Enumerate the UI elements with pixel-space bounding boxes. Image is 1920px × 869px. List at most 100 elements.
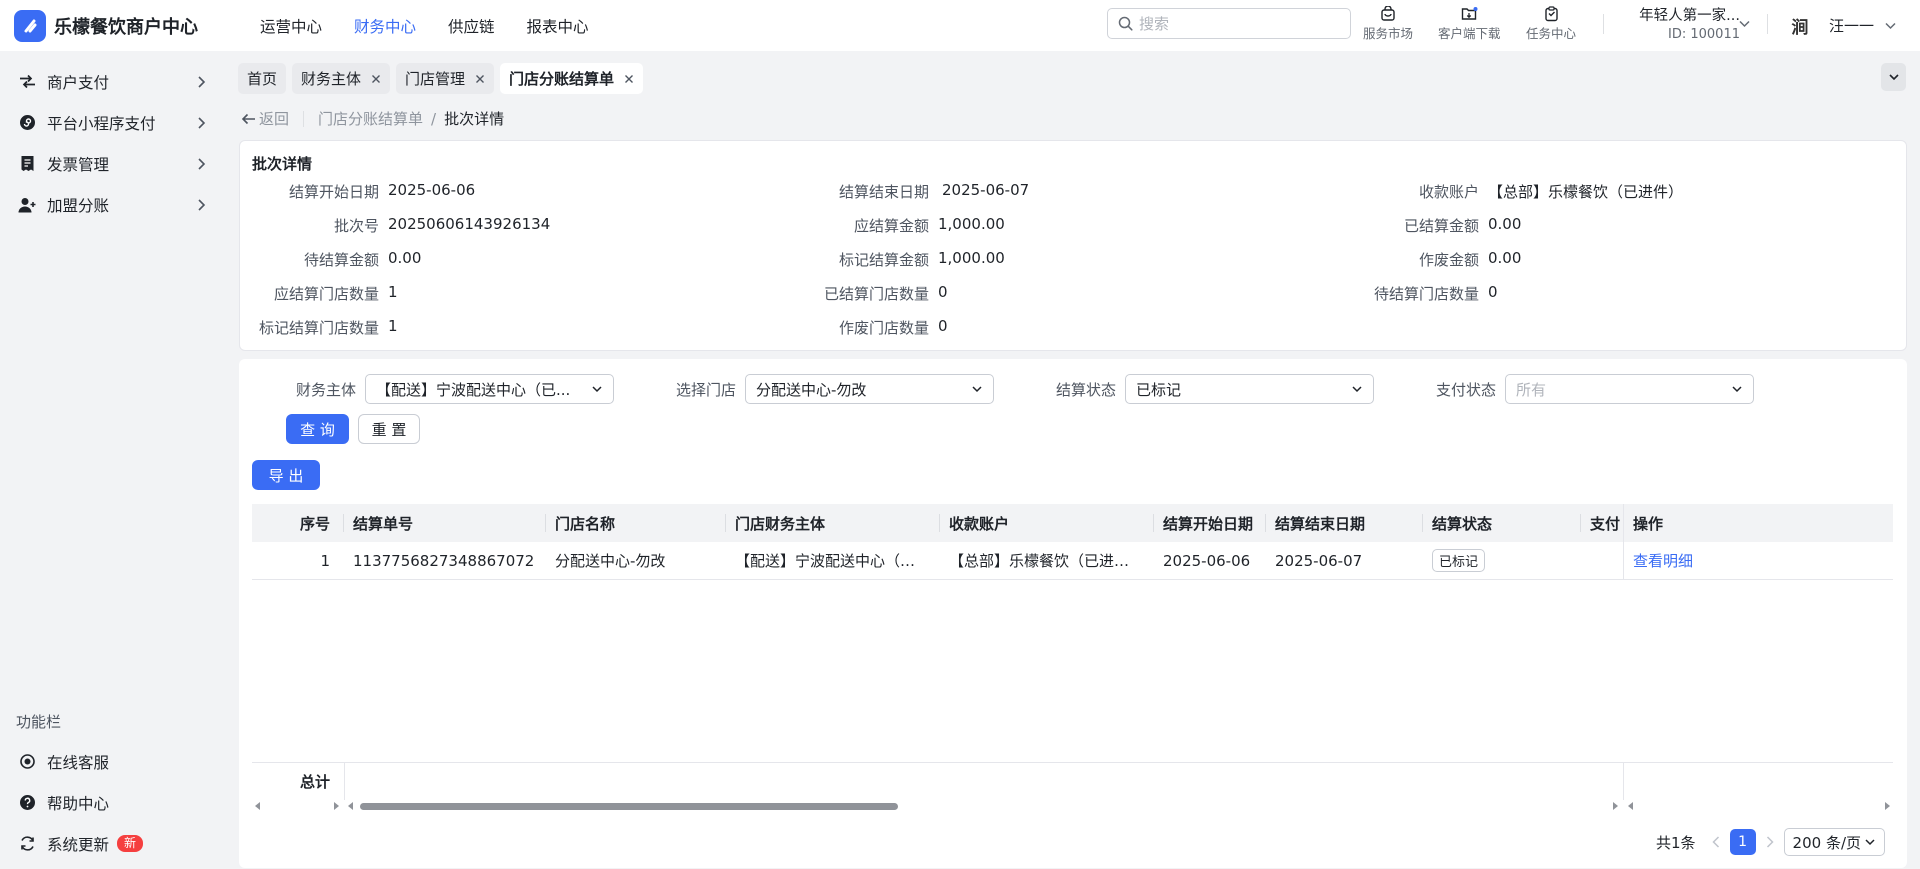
nav-operations[interactable]: 运营中心 — [260, 15, 322, 37]
sidebar-item-label: 发票管理 — [47, 155, 110, 174]
finance-entity-select[interactable]: 【配送】宁波配送中心（已... — [365, 374, 614, 404]
tab-home[interactable]: 首页 — [238, 63, 287, 94]
sidebar-item-help-center[interactable]: 帮助中心 — [0, 782, 224, 823]
help-icon — [18, 794, 36, 812]
cell-order-no: 1137756827348867072 — [353, 551, 535, 570]
pagination: 共1条 1 200 条/页 — [1656, 828, 1885, 856]
tabs-more-button[interactable] — [1881, 63, 1906, 91]
tab-store-management[interactable]: 门店管理 — [396, 63, 495, 94]
scrollbar-thumb[interactable] — [360, 803, 898, 810]
detail-field: 作废金额 0.00 — [1340, 249, 1521, 270]
account-name: 年轻人第一家... — [1639, 8, 1740, 24]
sidebar-item-invoice[interactable]: 发票管理 — [0, 143, 224, 184]
filter-settlement-status: 结算状态 已标记 — [999, 374, 1374, 404]
column-title: 操作 — [1633, 514, 1664, 533]
sidebar: 商户支付 平台小程序支付 发票管理 加盟分账 功能栏 在线客服 帮助中心 系统更… — [0, 51, 224, 869]
breadcrumb-current: 批次详情 — [444, 110, 505, 128]
detail-field: 结算开始日期 2025-06-06 — [240, 181, 475, 202]
table-row[interactable]: 1 1137756827348867072 分配送中心-勿改 【配送】宁波配送中… — [252, 542, 1893, 580]
search-input[interactable] — [1139, 14, 1339, 33]
tab-finance-entity[interactable]: 财务主体 — [292, 63, 391, 94]
detail-field: 待结算门店数量 0 — [1340, 283, 1498, 304]
sidebar-item-mini-program-pay[interactable]: 平台小程序支付 — [0, 102, 224, 143]
tool-label: 服务市场 — [1363, 26, 1414, 41]
detail-field: 应结算金额 1,000.00 — [790, 215, 1005, 236]
section-title: 批次详情 — [252, 155, 313, 173]
page-size-select[interactable]: 200 条/页 — [1783, 828, 1885, 856]
tab-label: 门店管理 — [405, 70, 466, 88]
prev-page-button[interactable] — [1711, 836, 1720, 848]
sidebar-item-label: 商户支付 — [47, 73, 110, 92]
caret-right-icon[interactable] — [1884, 802, 1890, 810]
chevron-down-icon[interactable] — [1738, 17, 1751, 30]
search-icon — [1118, 16, 1133, 31]
detail-field: 应结算门店数量 1 — [240, 283, 398, 304]
field-value: 0.00 — [388, 249, 422, 267]
top-bar: 乐檬餐饮商户中心 运营中心 财务中心 供应链 报表中心 服务市场 客户端下载 任… — [0, 0, 1920, 51]
chevron-right-icon — [197, 198, 206, 212]
field-label: 结算结束日期 — [838, 183, 929, 201]
settlement-status-select[interactable]: 已标记 — [1125, 374, 1374, 404]
nav-finance[interactable]: 财务中心 — [354, 15, 416, 37]
caret-right-icon[interactable] — [1612, 802, 1618, 810]
close-icon[interactable] — [475, 74, 485, 84]
view-detail-link[interactable]: 查看明细 — [1633, 550, 1693, 571]
account-id: ID: 100011 — [1668, 27, 1740, 42]
column-header-end-date: 结算结束日期 — [1266, 504, 1423, 542]
logo[interactable]: 乐檬餐饮商户中心 — [14, 9, 230, 42]
client-download-button[interactable]: 客户端下载 — [1438, 5, 1501, 42]
export-button[interactable]: 导 出 — [252, 460, 320, 490]
user-menu[interactable]: 涧 汪一一 — [1787, 12, 1897, 38]
close-icon[interactable] — [371, 74, 381, 84]
task-center-button[interactable]: 任务中心 — [1526, 5, 1576, 42]
headset-icon — [18, 753, 36, 771]
pay-status-select[interactable]: 所有 — [1505, 374, 1754, 404]
table-scrollbar — [252, 800, 1893, 812]
nav-supply-chain[interactable]: 供应链 — [448, 15, 495, 37]
field-label: 作废金额 — [1418, 251, 1479, 269]
swap-icon — [18, 73, 36, 91]
cell-store-name: 分配送中心-勿改 — [555, 552, 666, 570]
column-title: 结算开始日期 — [1163, 514, 1254, 533]
sidebar-item-online-service[interactable]: 在线客服 — [0, 741, 224, 782]
caret-left-icon[interactable] — [348, 802, 354, 810]
filter-label: 支付状态 — [1435, 380, 1496, 399]
chevron-right-icon — [197, 116, 206, 130]
sidebar-item-system-update[interactable]: 系统更新 新 — [0, 823, 224, 864]
nav-reports[interactable]: 报表中心 — [527, 15, 589, 37]
close-icon[interactable] — [624, 74, 634, 84]
column-title: 结算状态 — [1432, 514, 1493, 533]
sidebar-item-merchant-pay[interactable]: 商户支付 — [0, 61, 224, 102]
chevron-down-icon — [1888, 71, 1900, 83]
status-badge: 已标记 — [1432, 549, 1486, 572]
field-value: 0 — [938, 317, 948, 335]
page-number-current[interactable]: 1 — [1729, 829, 1756, 855]
column-header-action: 操作 — [1623, 504, 1893, 542]
search-box[interactable] — [1107, 8, 1351, 39]
service-market-button[interactable]: 服务市场 — [1363, 5, 1413, 42]
caret-left-icon[interactable] — [255, 802, 261, 810]
chevron-down-icon — [1884, 19, 1897, 32]
folder-download-icon — [1461, 5, 1478, 23]
breadcrumb-separator: / — [431, 109, 437, 128]
query-button[interactable]: 查 询 — [286, 414, 349, 444]
field-value: 0 — [1488, 283, 1498, 301]
mini-program-icon — [18, 114, 36, 132]
column-header-order-no: 结算单号 — [344, 504, 546, 542]
sidebar-item-label: 在线客服 — [47, 753, 110, 772]
new-badge: 新 — [117, 835, 144, 852]
tab-store-settlement[interactable]: 门店分账结算单 — [500, 63, 644, 94]
sidebar-item-franchise-split[interactable]: 加盟分账 — [0, 184, 224, 225]
next-page-button[interactable] — [1766, 836, 1774, 848]
store-select[interactable]: 分配送中心-勿改 — [745, 374, 994, 404]
back-button[interactable]: 返回 — [241, 108, 289, 129]
reset-button[interactable]: 重 置 — [358, 414, 420, 444]
sidebar-item-label: 帮助中心 — [47, 794, 110, 813]
detail-field: 作废门店数量 0 — [790, 317, 948, 338]
breadcrumb-item[interactable]: 门店分账结算单 — [318, 108, 423, 129]
batch-detail-card: 批次详情 结算开始日期 2025-06-06 结算结束日期 2025-06-07 收… — [239, 140, 1907, 351]
account-switcher[interactable]: 年轻人第一家... ID: 100011 — [1620, 4, 1740, 42]
caret-left-icon[interactable] — [1628, 802, 1634, 810]
field-value: 2025-06-06 — [388, 181, 476, 199]
caret-right-icon[interactable] — [333, 802, 339, 810]
